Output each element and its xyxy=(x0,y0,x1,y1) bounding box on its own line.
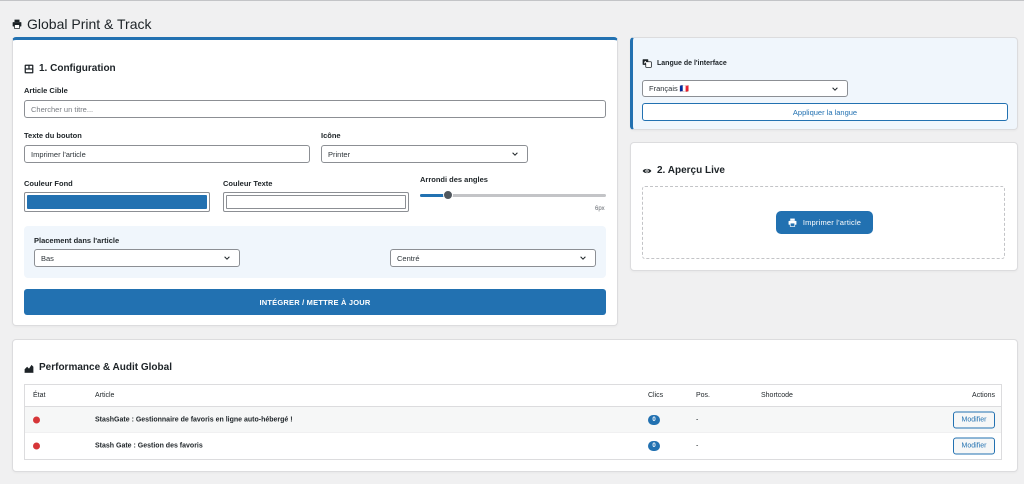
placement-position-select[interactable]: Bas xyxy=(34,249,240,267)
bg-color-picker[interactable] xyxy=(24,192,210,212)
language-select[interactable]: Français 🇫🇷 xyxy=(642,80,848,97)
language-panel: A Langue de l'interface Français 🇫🇷 Appl… xyxy=(630,37,1018,130)
configuration-panel: 1. Configuration Article Cible Chercher … xyxy=(12,37,618,326)
article-title: Stash Gate : Gestion des favoris xyxy=(95,442,203,450)
performance-panel: Performance & Audit Global État Article … xyxy=(12,339,1018,472)
col-clicks: Clics xyxy=(648,392,664,399)
placement-section: Placement dans l'article Bas Centré xyxy=(24,226,606,278)
col-shortcode: Shortcode xyxy=(761,392,793,399)
chevron-down-icon xyxy=(580,256,586,260)
page-title: Global Print & Track xyxy=(27,16,152,32)
text-color-picker[interactable] xyxy=(223,192,409,212)
eye-icon xyxy=(642,168,652,173)
language-heading: A Langue de l'interface xyxy=(642,58,727,68)
placement-align-select[interactable]: Centré xyxy=(390,249,596,267)
text-color-swatch xyxy=(226,195,406,209)
layout-icon xyxy=(24,64,34,73)
col-actions: Actions xyxy=(972,392,995,399)
article-label: Article Cible xyxy=(24,86,68,95)
performance-title: Performance & Audit Global xyxy=(39,362,172,373)
clicks-badge: 0 xyxy=(648,441,660,451)
status-dot xyxy=(33,416,40,423)
language-select-value: Français 🇫🇷 xyxy=(649,84,690,93)
col-article: Article xyxy=(95,392,115,399)
table-row: StashGate : Gestionnaire de favoris en l… xyxy=(25,407,1001,433)
placement-label: Placement dans l'article xyxy=(34,236,120,245)
button-text-label: Texte du bouton xyxy=(24,131,82,140)
modify-button[interactable]: Modifier xyxy=(953,411,995,428)
placement-position-value: Bas xyxy=(41,253,54,263)
svg-text:A: A xyxy=(644,61,647,65)
translate-icon: A xyxy=(642,59,652,68)
preview-title: 2. Aperçu Live xyxy=(657,165,725,176)
top-border xyxy=(0,0,1024,1)
text-color-label: Couleur Texte xyxy=(223,179,273,188)
modify-button[interactable]: Modifier xyxy=(953,437,995,455)
configuration-title: 1. Configuration xyxy=(39,63,116,74)
submit-button[interactable]: INTÉGRER / METTRE À JOUR xyxy=(24,289,606,315)
status-dot xyxy=(33,442,40,450)
radius-label: Arrondi des angles xyxy=(420,175,488,184)
placement-align-value: Centré xyxy=(397,253,420,263)
col-status: État xyxy=(33,392,46,399)
radius-slider-thumb[interactable] xyxy=(443,190,453,200)
position-value: - xyxy=(696,442,699,450)
chevron-down-icon xyxy=(832,86,838,91)
preview-area: Imprimer l'article xyxy=(642,186,1005,259)
icon-select[interactable]: Printer xyxy=(321,145,528,163)
clicks-badge: 0 xyxy=(648,414,660,425)
page-header: Global Print & Track xyxy=(12,16,152,32)
preview-heading: 2. Aperçu Live xyxy=(642,165,725,176)
preview-panel: 2. Aperçu Live Imprimer l'article xyxy=(630,142,1018,271)
button-text-input[interactable]: Imprimer l'article xyxy=(24,145,310,163)
icon-label: Icône xyxy=(321,131,341,140)
language-title: Langue de l'interface xyxy=(657,59,727,67)
table-row: Stash Gate : Gestion des favoris 0 - Mod… xyxy=(25,433,1001,459)
icon-select-value: Printer xyxy=(328,149,351,159)
bg-color-label: Couleur Fond xyxy=(24,179,73,188)
performance-heading: Performance & Audit Global xyxy=(24,362,172,373)
chevron-down-icon xyxy=(512,152,518,156)
preview-print-label: Imprimer l'article xyxy=(802,218,862,227)
position-value: - xyxy=(696,416,699,423)
apply-language-button[interactable]: Appliquer la langue xyxy=(642,103,1008,121)
chevron-down-icon xyxy=(224,256,230,260)
radius-slider[interactable] xyxy=(420,190,606,200)
article-search-input[interactable]: Chercher un titre... xyxy=(24,100,606,118)
radius-value: 6px xyxy=(595,206,605,212)
table-header: État Article Clics Pos. Shortcode Action… xyxy=(25,385,1001,407)
printer-icon xyxy=(788,218,797,227)
bg-color-swatch xyxy=(27,195,207,209)
preview-print-button[interactable]: Imprimer l'article xyxy=(776,211,873,234)
chart-area-icon xyxy=(24,364,34,373)
article-title: StashGate : Gestionnaire de favoris en l… xyxy=(95,416,293,423)
printer-icon xyxy=(12,19,22,29)
performance-table: État Article Clics Pos. Shortcode Action… xyxy=(24,384,1002,460)
col-pos: Pos. xyxy=(696,392,711,399)
configuration-heading: 1. Configuration xyxy=(24,63,116,74)
